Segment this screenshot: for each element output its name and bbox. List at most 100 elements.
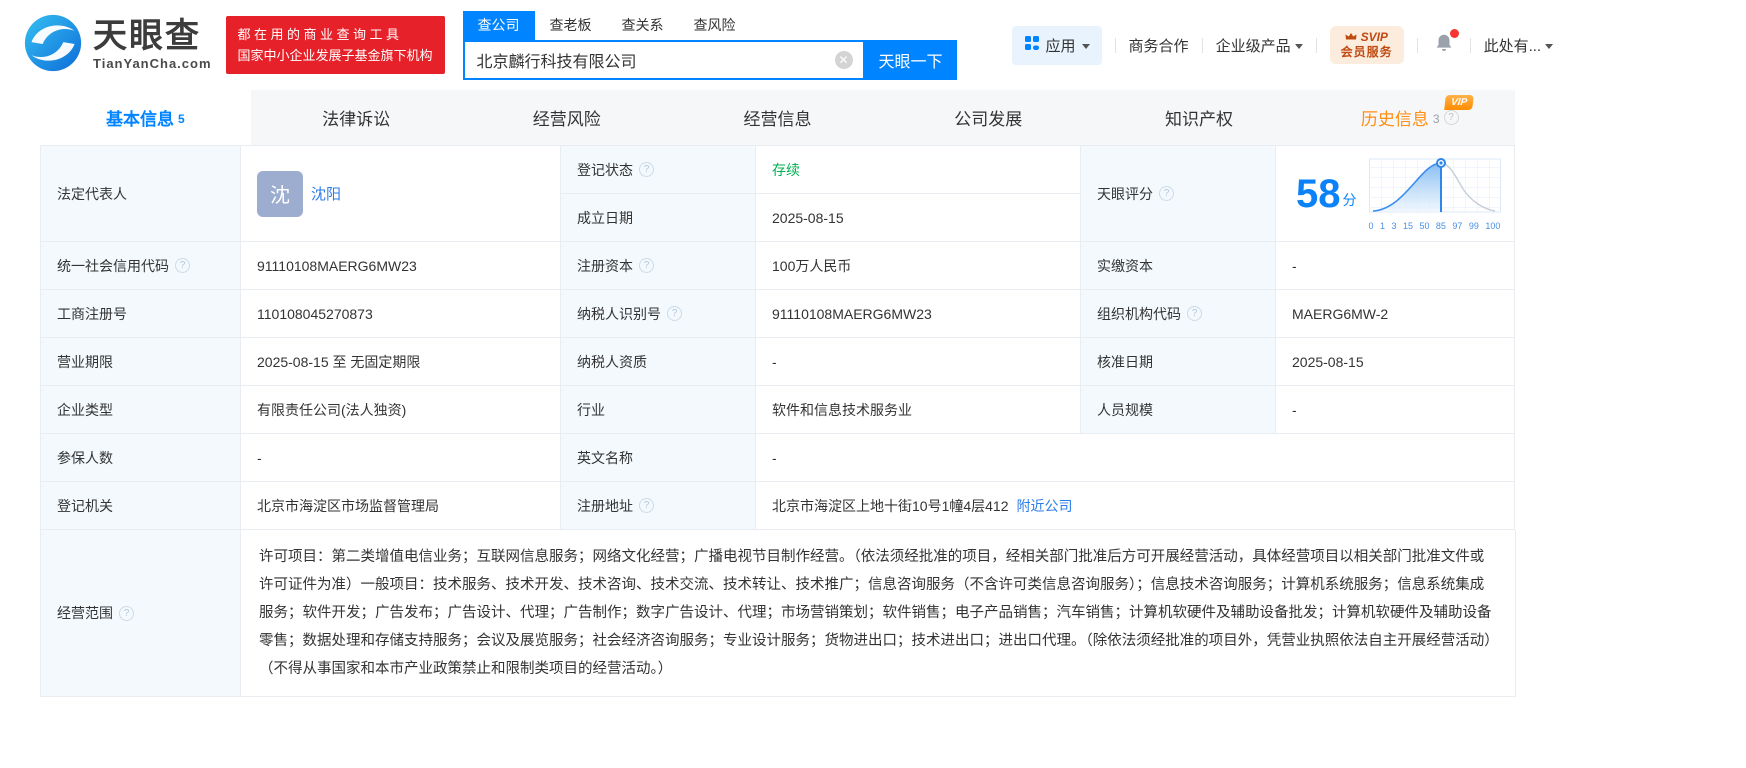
search-area: 查公司 查老板 查关系 查风险 ✕ 天眼一下 [462, 10, 957, 80]
svip-service-label: 会员服务 [1340, 45, 1393, 59]
approval-date-value: 2025-08-15 [1276, 338, 1515, 386]
tab-history-info-label: 历史信息 [1360, 110, 1429, 129]
reg-status-value: 存续 [756, 146, 1081, 194]
tab-basic-info-count: 5 [178, 111, 185, 126]
top-header: 天眼查 TianYanCha.com 都在用的商业查询工具 国家中小企业发展子基… [0, 0, 1746, 90]
divider [1469, 37, 1471, 53]
insured-count-value: - [241, 434, 561, 482]
score-value[interactable]: 58 分 0 1 3 15 50 85 97 99 100 [1276, 146, 1515, 242]
help-icon[interactable] [639, 162, 654, 177]
table-row: 参保人数 - 英文名称 - [41, 434, 1515, 482]
help-icon[interactable] [667, 306, 682, 321]
tab-company-development[interactable]: 公司发展 [883, 90, 1094, 145]
score-axis: 0 1 3 15 50 85 97 99 100 [1368, 220, 1501, 231]
biz-term-label: 营业期限 [41, 338, 241, 386]
reg-capital-value: 100万人民币 [756, 242, 1081, 290]
tab-operating-info[interactable]: 经营信息 [672, 90, 883, 145]
divider [1201, 37, 1203, 53]
approval-date-label: 核准日期 [1081, 338, 1276, 386]
est-date-label: 成立日期 [561, 194, 756, 242]
svip-member-badge[interactable]: SVIP 会员服务 [1329, 26, 1404, 64]
chevron-down-icon [1294, 43, 1303, 49]
org-code-label-text: 组织机构代码 [1097, 305, 1181, 322]
nav-cooperation[interactable]: 商务合作 [1129, 35, 1189, 56]
staff-size-value: - [1276, 386, 1515, 434]
table-row: 工商注册号 110108045270873 纳税人识别号 91110108MAE… [41, 290, 1515, 338]
legal-rep-name-link[interactable]: 沈阳 [311, 183, 341, 204]
table-row: 经营范围 许可项目：第二类增值电信业务；互联网信息服务；网络文化经营；广播电视节… [41, 530, 1516, 697]
search-tab-company[interactable]: 查公司 [462, 10, 535, 40]
divider [1114, 37, 1116, 53]
tab-history-info[interactable]: VIP 历史信息 3 [1304, 90, 1515, 145]
business-scope-label: 经营范围 [41, 530, 241, 697]
search-input-wrap: ✕ [462, 39, 865, 80]
company-info-table: 法定代表人 沈 沈阳 登记状态 存续 天眼评分 58 分 [40, 145, 1516, 697]
help-icon[interactable] [175, 258, 190, 273]
search-input[interactable] [476, 50, 835, 69]
tab-history-info-count: 3 [1432, 111, 1440, 126]
avatar[interactable]: 沈 [257, 170, 303, 217]
help-icon[interactable] [1187, 306, 1202, 321]
score-big-number: 58 [1296, 171, 1341, 216]
apps-grid-icon [1024, 35, 1040, 55]
brand-domain: TianYanCha.com [93, 56, 212, 71]
user-name-label: 此处有... [1483, 37, 1542, 55]
user-menu[interactable]: 此处有... [1484, 35, 1554, 56]
notifications-bell[interactable] [1433, 29, 1459, 58]
enterprise-label: 企业级产品 [1215, 37, 1291, 55]
english-name-value: - [756, 434, 1515, 482]
vip-ribbon-badge: VIP [1444, 95, 1474, 110]
help-icon[interactable] [1159, 186, 1174, 201]
search-tab-relation[interactable]: 查关系 [607, 11, 679, 40]
table-row: 法定代表人 沈 沈阳 登记状态 存续 天眼评分 58 分 [41, 146, 1515, 242]
promo-line-1: 都在用的商业查询工具 [237, 27, 403, 42]
divider [1416, 37, 1418, 53]
help-icon[interactable] [1443, 110, 1459, 125]
clear-search-icon[interactable]: ✕ [834, 50, 853, 69]
help-icon[interactable] [119, 605, 134, 621]
insured-count-label: 参保人数 [41, 434, 241, 482]
tab-basic-info[interactable]: 基本信息 5 [40, 90, 251, 145]
org-code-label: 组织机构代码 [1081, 290, 1276, 338]
tianyancha-logo[interactable]: 天眼查 TianYanCha.com [23, 13, 212, 78]
divider [1315, 37, 1317, 53]
table-row: 营业期限 2025-08-15 至 无固定期限 纳税人资质 - 核准日期 202… [41, 338, 1515, 386]
org-code-value: MAERG6MW-2 [1276, 290, 1515, 338]
table-row: 企业类型 有限责任公司(法人独资) 行业 软件和信息技术服务业 人员规模 - [41, 386, 1515, 434]
search-tab-boss[interactable]: 查老板 [535, 11, 607, 40]
chevron-down-icon [1081, 43, 1090, 49]
industry-label: 行业 [561, 386, 756, 434]
table-row: 登记机关 北京市海淀区市场监督管理局 注册地址 北京市海淀区上地十街10号1幢4… [41, 482, 1515, 530]
reg-status-label-text: 登记状态 [577, 161, 633, 178]
staff-size-label: 人员规模 [1081, 386, 1276, 434]
promo-line-2: 国家中小企业发展子基金旗下机构 [237, 48, 433, 63]
tab-operating-info-label: 经营信息 [743, 110, 812, 129]
reg-authority-label: 登记机关 [41, 482, 241, 530]
apps-menu[interactable]: 应用 [1011, 25, 1102, 65]
taxpayer-id-label: 纳税人识别号 [561, 290, 756, 338]
reg-capital-label-text: 注册资本 [577, 257, 633, 274]
reg-authority-value: 北京市海淀区市场监督管理局 [241, 482, 561, 530]
search-button[interactable]: 天眼一下 [864, 39, 957, 80]
reg-capital-label: 注册资本 [561, 242, 756, 290]
notification-dot [1449, 29, 1459, 38]
tab-legal-label: 法律诉讼 [322, 110, 391, 129]
help-icon[interactable] [639, 258, 654, 273]
legal-rep-value: 沈 沈阳 [241, 146, 561, 242]
tab-basic-info-label: 基本信息 [106, 110, 175, 129]
taxpayer-id-label-text: 纳税人识别号 [577, 305, 661, 322]
biz-term-value: 2025-08-15 至 无固定期限 [241, 338, 561, 386]
search-tab-risk[interactable]: 查风险 [679, 11, 751, 40]
tab-legal[interactable]: 法律诉讼 [251, 90, 462, 145]
paid-capital-label: 实缴资本 [1081, 242, 1276, 290]
nav-enterprise[interactable]: 企业级产品 [1216, 35, 1303, 56]
nearby-companies-link[interactable]: 附近公司 [1017, 496, 1073, 516]
tab-operating-risk[interactable]: 经营风险 [461, 90, 672, 145]
tab-company-development-label: 公司发展 [954, 110, 1023, 129]
promo-banner: 都在用的商业查询工具 国家中小企业发展子基金旗下机构 [225, 16, 445, 74]
tab-intellectual-property[interactable]: 知识产权 [1094, 90, 1305, 145]
score-label-text: 天眼评分 [1097, 185, 1153, 202]
score-label: 天眼评分 [1081, 146, 1276, 242]
search-tabs: 查公司 查老板 查关系 查风险 [462, 10, 957, 40]
help-icon[interactable] [639, 498, 654, 513]
